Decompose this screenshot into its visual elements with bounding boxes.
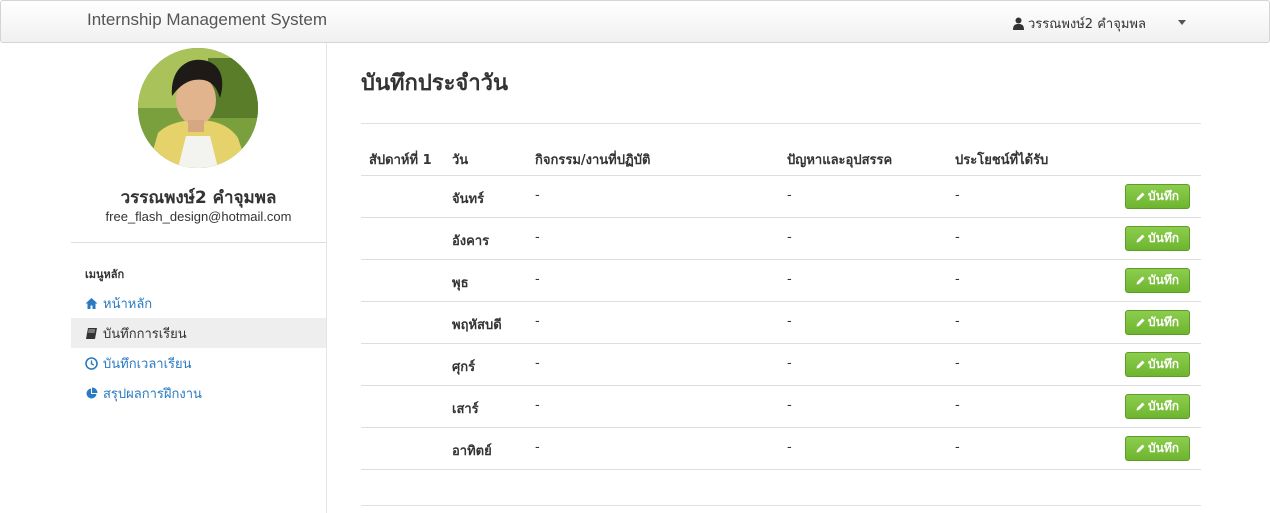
- day-cell: พฤหัสบดี: [452, 318, 502, 333]
- table-row: อาทิตย์ - - - บันทึก: [361, 428, 1201, 470]
- profile-email: free_flash_design@hotmail.com: [105, 209, 292, 224]
- pencil-icon: [1136, 192, 1145, 201]
- column-header-problem: ปัญหาและอุปสรรค: [787, 153, 893, 168]
- save-button[interactable]: บันทึก: [1125, 226, 1190, 251]
- problem-cell: -: [787, 398, 792, 413]
- pencil-icon: [1136, 276, 1145, 285]
- home-icon: [85, 297, 98, 309]
- pencil-icon: [1136, 360, 1145, 369]
- user-menu-name: วรรณพงษ์2 คำจุมพล: [1028, 17, 1146, 32]
- avatar: [138, 48, 258, 168]
- benefit-cell: -: [955, 230, 960, 245]
- day-cell: อาทิตย์: [452, 444, 492, 459]
- problem-cell: -: [787, 314, 792, 329]
- problem-cell: -: [787, 440, 792, 455]
- problem-cell: -: [787, 188, 792, 203]
- divider: [361, 505, 1201, 506]
- problem-cell: -: [787, 356, 792, 371]
- table-row: พุธ - - - บันทึก: [361, 260, 1201, 302]
- sidebar-item-label: หน้าหลัก: [103, 296, 153, 312]
- save-button[interactable]: บันทึก: [1125, 268, 1190, 293]
- save-button[interactable]: บันทึก: [1125, 436, 1190, 461]
- table-row: จันทร์ - - - บันทึก: [361, 176, 1201, 218]
- day-cell: เสาร์: [452, 402, 479, 417]
- save-button[interactable]: บันทึก: [1125, 394, 1190, 419]
- divider: [361, 123, 1201, 124]
- activity-cell: -: [535, 356, 540, 371]
- save-button-label: บันทึก: [1148, 189, 1179, 203]
- sidebar-item-label: สรุปผลการฝึกงาน: [103, 386, 202, 402]
- profile-divider: [71, 242, 326, 243]
- clock-icon: [85, 356, 98, 370]
- sidebar-item-summary[interactable]: สรุปผลการฝึกงาน: [71, 378, 326, 408]
- user-icon: [1013, 17, 1024, 30]
- top-navbar: Internship Management System วรรณพงษ์2 ค…: [0, 0, 1270, 43]
- page-title: บันทึกประจำวัน: [361, 71, 509, 96]
- benefit-cell: -: [955, 272, 960, 287]
- menu-heading: เมนูหลัก: [85, 268, 125, 281]
- day-cell: พุธ: [452, 276, 469, 291]
- sidebar-item-attendance[interactable]: บันทึกเวลาเรียน: [71, 348, 326, 378]
- problem-cell: -: [787, 272, 792, 287]
- week-label: สัปดาห์ที่ 1: [369, 153, 432, 168]
- column-header-benefit: ประโยชน์ที่ได้รับ: [955, 153, 1049, 168]
- sidebar-item-study-log[interactable]: บันทึกการเรียน: [71, 318, 326, 348]
- activity-cell: -: [535, 314, 540, 329]
- benefit-cell: -: [955, 314, 960, 329]
- table-row: ศุกร์ - - - บันทึก: [361, 344, 1201, 386]
- save-button-label: บันทึก: [1148, 273, 1179, 287]
- profile-name: วรรณพงษ์2 คำจุมพล: [120, 188, 277, 208]
- benefit-cell: -: [955, 356, 960, 371]
- activity-cell: -: [535, 440, 540, 455]
- pencil-icon: [1136, 444, 1145, 453]
- table-row: เสาร์ - - - บันทึก: [361, 386, 1201, 428]
- brand-title[interactable]: Internship Management System: [87, 10, 327, 30]
- pie-chart-icon: [86, 387, 98, 398]
- chevron-down-icon[interactable]: [1178, 20, 1186, 25]
- save-button-label: บันทึก: [1148, 315, 1179, 329]
- save-button[interactable]: บันทึก: [1125, 352, 1190, 377]
- column-header-day: วัน: [452, 153, 469, 168]
- benefit-cell: -: [955, 398, 960, 413]
- table-row: อังคาร - - - บันทึก: [361, 218, 1201, 260]
- sidebar-divider: [326, 43, 327, 513]
- column-header-activity: กิจกรรม/งานที่ปฏิบัติ: [535, 153, 651, 168]
- save-button[interactable]: บันทึก: [1125, 184, 1190, 209]
- sidebar-item-label: บันทึกเวลาเรียน: [103, 356, 192, 372]
- save-button-label: บันทึก: [1148, 357, 1179, 371]
- pencil-icon: [1136, 402, 1145, 411]
- sidebar-item-label: บันทึกการเรียน: [103, 326, 187, 342]
- pencil-icon: [1136, 318, 1145, 327]
- user-menu[interactable]: วรรณพงษ์2 คำจุมพล: [1013, 13, 1146, 34]
- benefit-cell: -: [955, 188, 960, 203]
- day-cell: อังคาร: [452, 234, 490, 249]
- save-button-label: บันทึก: [1148, 441, 1179, 455]
- benefit-cell: -: [955, 440, 960, 455]
- activity-cell: -: [535, 188, 540, 203]
- problem-cell: -: [787, 230, 792, 245]
- activity-cell: -: [535, 272, 540, 287]
- day-cell: ศุกร์: [452, 360, 476, 375]
- save-button-label: บันทึก: [1148, 399, 1179, 413]
- save-button[interactable]: บันทึก: [1125, 310, 1190, 335]
- day-cell: จันทร์: [452, 192, 485, 207]
- activity-cell: -: [535, 398, 540, 413]
- table-row: พฤหัสบดี - - - บันทึก: [361, 302, 1201, 344]
- pencil-icon: [1136, 234, 1145, 243]
- activity-cell: -: [535, 230, 540, 245]
- sidebar-item-home[interactable]: หน้าหลัก: [71, 288, 326, 318]
- save-button-label: บันทึก: [1148, 231, 1179, 245]
- book-icon: [86, 327, 97, 339]
